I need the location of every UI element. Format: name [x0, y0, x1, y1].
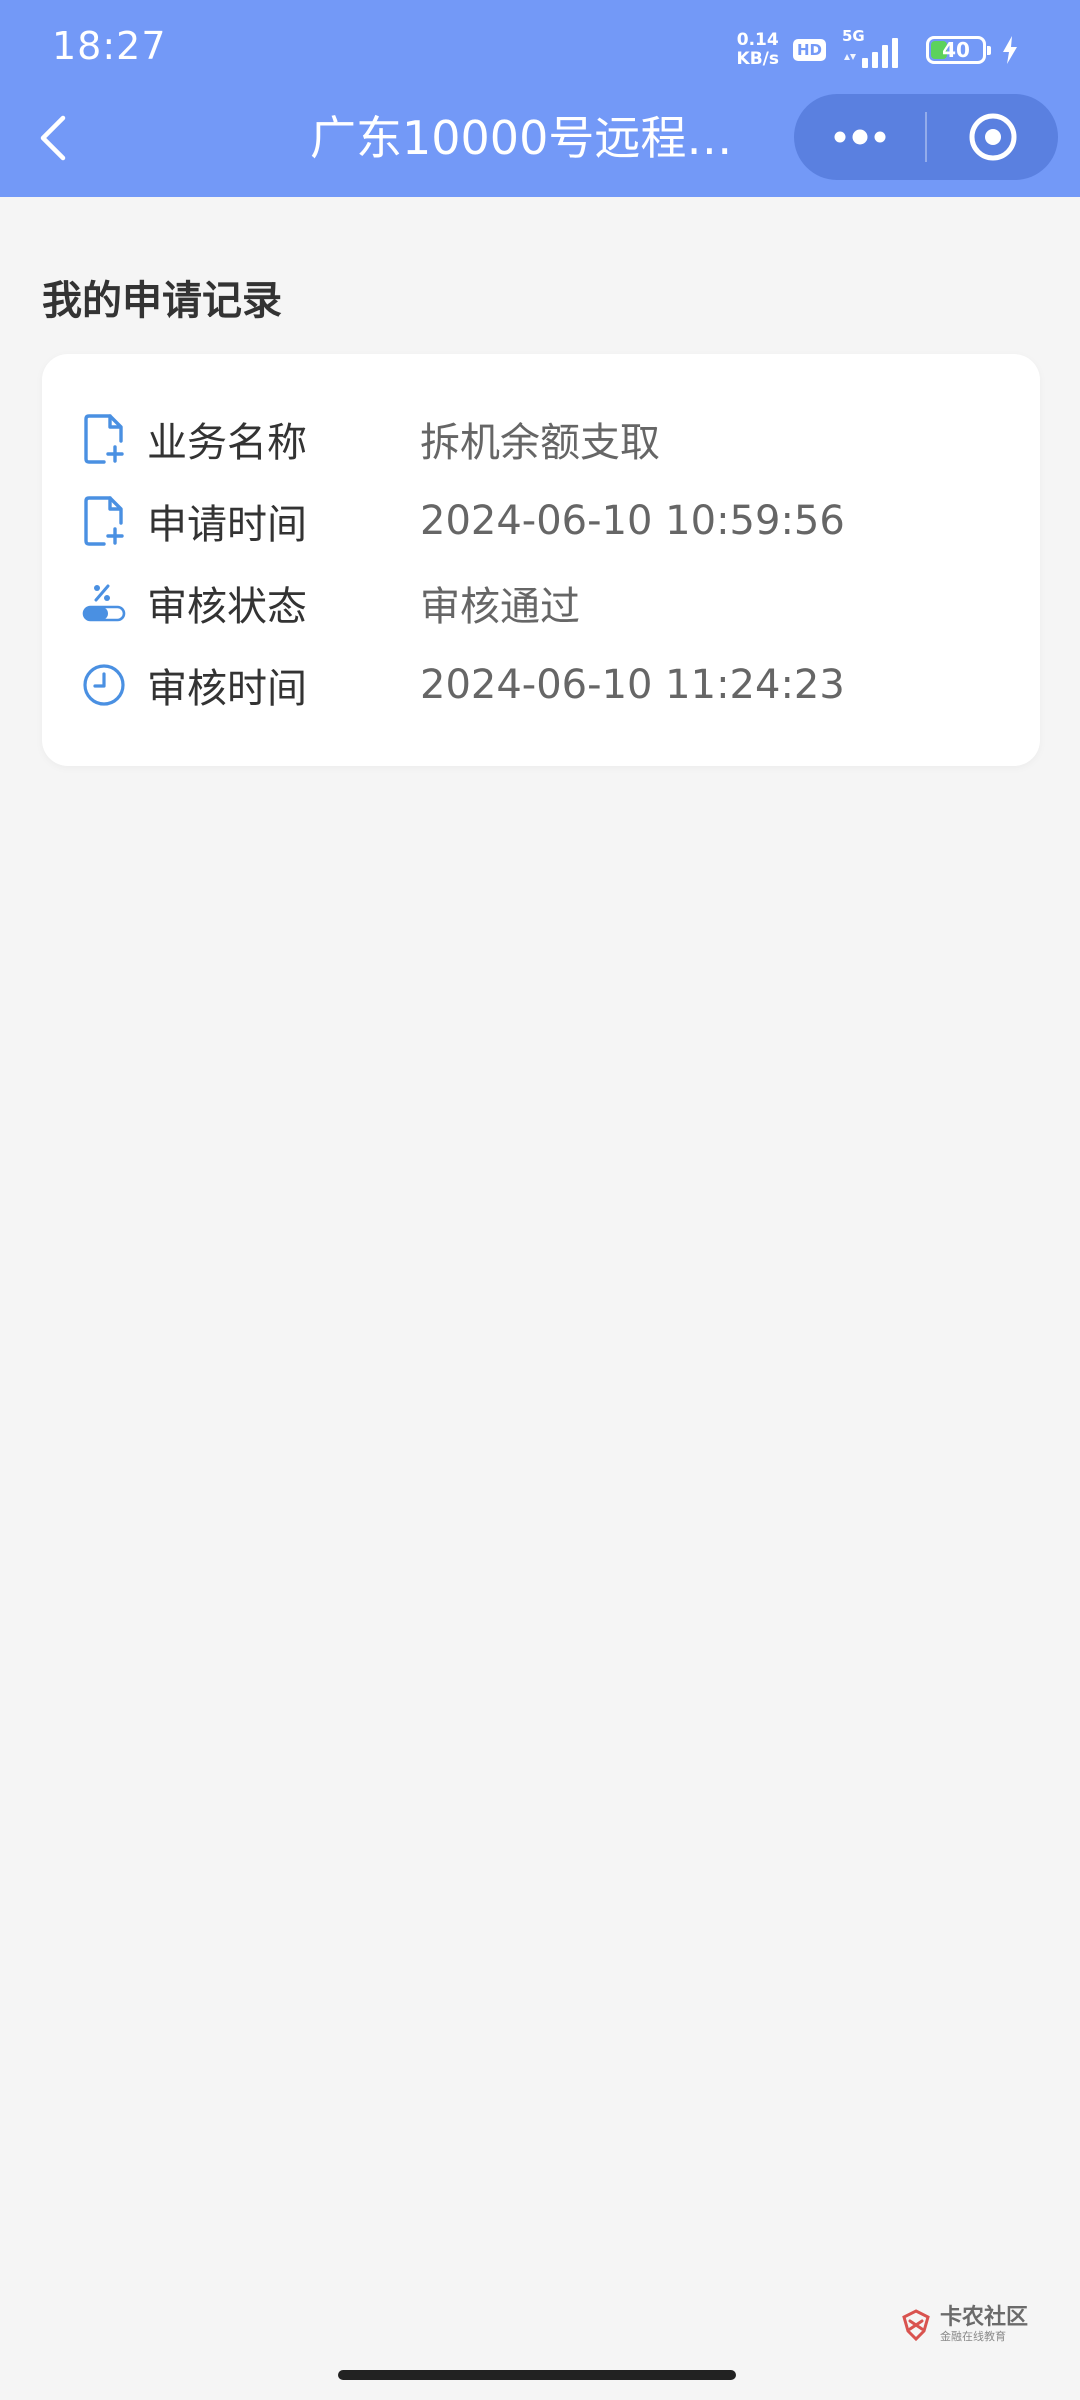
more-dots-icon — [834, 129, 885, 145]
record-label: 业务名称 — [147, 420, 307, 466]
watermark: 卡农社区 金融在线教育 — [898, 2306, 1028, 2344]
record-value: 2024-06-10 10:59:56 — [420, 498, 845, 544]
network-type: 5G — [842, 27, 865, 45]
network-speed-value: 0.14 — [736, 30, 779, 50]
battery-icon: 40 — [926, 36, 991, 64]
record-row-review-time: 审核时间 2024-06-10 11:24:23 — [42, 650, 1040, 720]
battery-level: 40 — [942, 38, 970, 62]
home-indicator[interactable] — [338, 2370, 736, 2380]
back-button[interactable] — [28, 105, 78, 171]
record-value: 审核通过 — [420, 584, 580, 630]
watermark-text: 卡农社区 — [940, 2305, 1029, 2330]
record-row-review-status: 审核状态 审核通过 — [42, 568, 1040, 638]
record-label: 审核时间 — [147, 666, 307, 712]
clock-icon — [78, 655, 130, 715]
status-icons: 0.14 KB/s HD 5G 40 — [737, 27, 1020, 72]
charging-icon — [1003, 36, 1017, 64]
application-record-card: 业务名称 拆机余额支取 申请时间 2024-06-10 10:59:56 审核状… — [42, 354, 1040, 766]
header: 18:27 0.14 KB/s HD 5G 40 广东10000号远程柜... — [0, 0, 1080, 197]
document-add-icon — [78, 409, 130, 469]
close-mini-program-button[interactable] — [927, 94, 1058, 180]
record-value: 2024-06-10 11:24:23 — [420, 662, 845, 708]
back-arrow-icon — [40, 115, 66, 161]
page-title: 广东10000号远程柜... — [310, 111, 770, 165]
network-speed: 0.14 KB/s — [737, 31, 779, 69]
section-title: 我的申请记录 — [42, 278, 282, 324]
mini-program-capsule — [794, 94, 1058, 180]
record-value: 拆机余额支取 — [420, 420, 660, 466]
watermark-subtext: 金融在线教育 — [940, 2330, 1006, 2343]
more-button[interactable] — [794, 94, 925, 180]
status-toggle-icon — [78, 573, 130, 633]
record-row-apply-time: 申请时间 2024-06-10 10:59:56 — [42, 486, 1040, 556]
status-time: 18:27 — [52, 24, 167, 68]
watermark-logo-icon — [902, 2309, 930, 2342]
record-label: 审核状态 — [147, 584, 307, 630]
network-speed-unit: KB/s — [736, 49, 779, 69]
record-label: 申请时间 — [147, 502, 307, 548]
signal-icon: 5G — [840, 27, 912, 70]
target-circle-icon — [969, 113, 1016, 161]
document-add-icon — [78, 491, 130, 551]
record-row-business-name: 业务名称 拆机余额支取 — [42, 404, 1040, 474]
hd-badge: HD — [792, 39, 826, 61]
